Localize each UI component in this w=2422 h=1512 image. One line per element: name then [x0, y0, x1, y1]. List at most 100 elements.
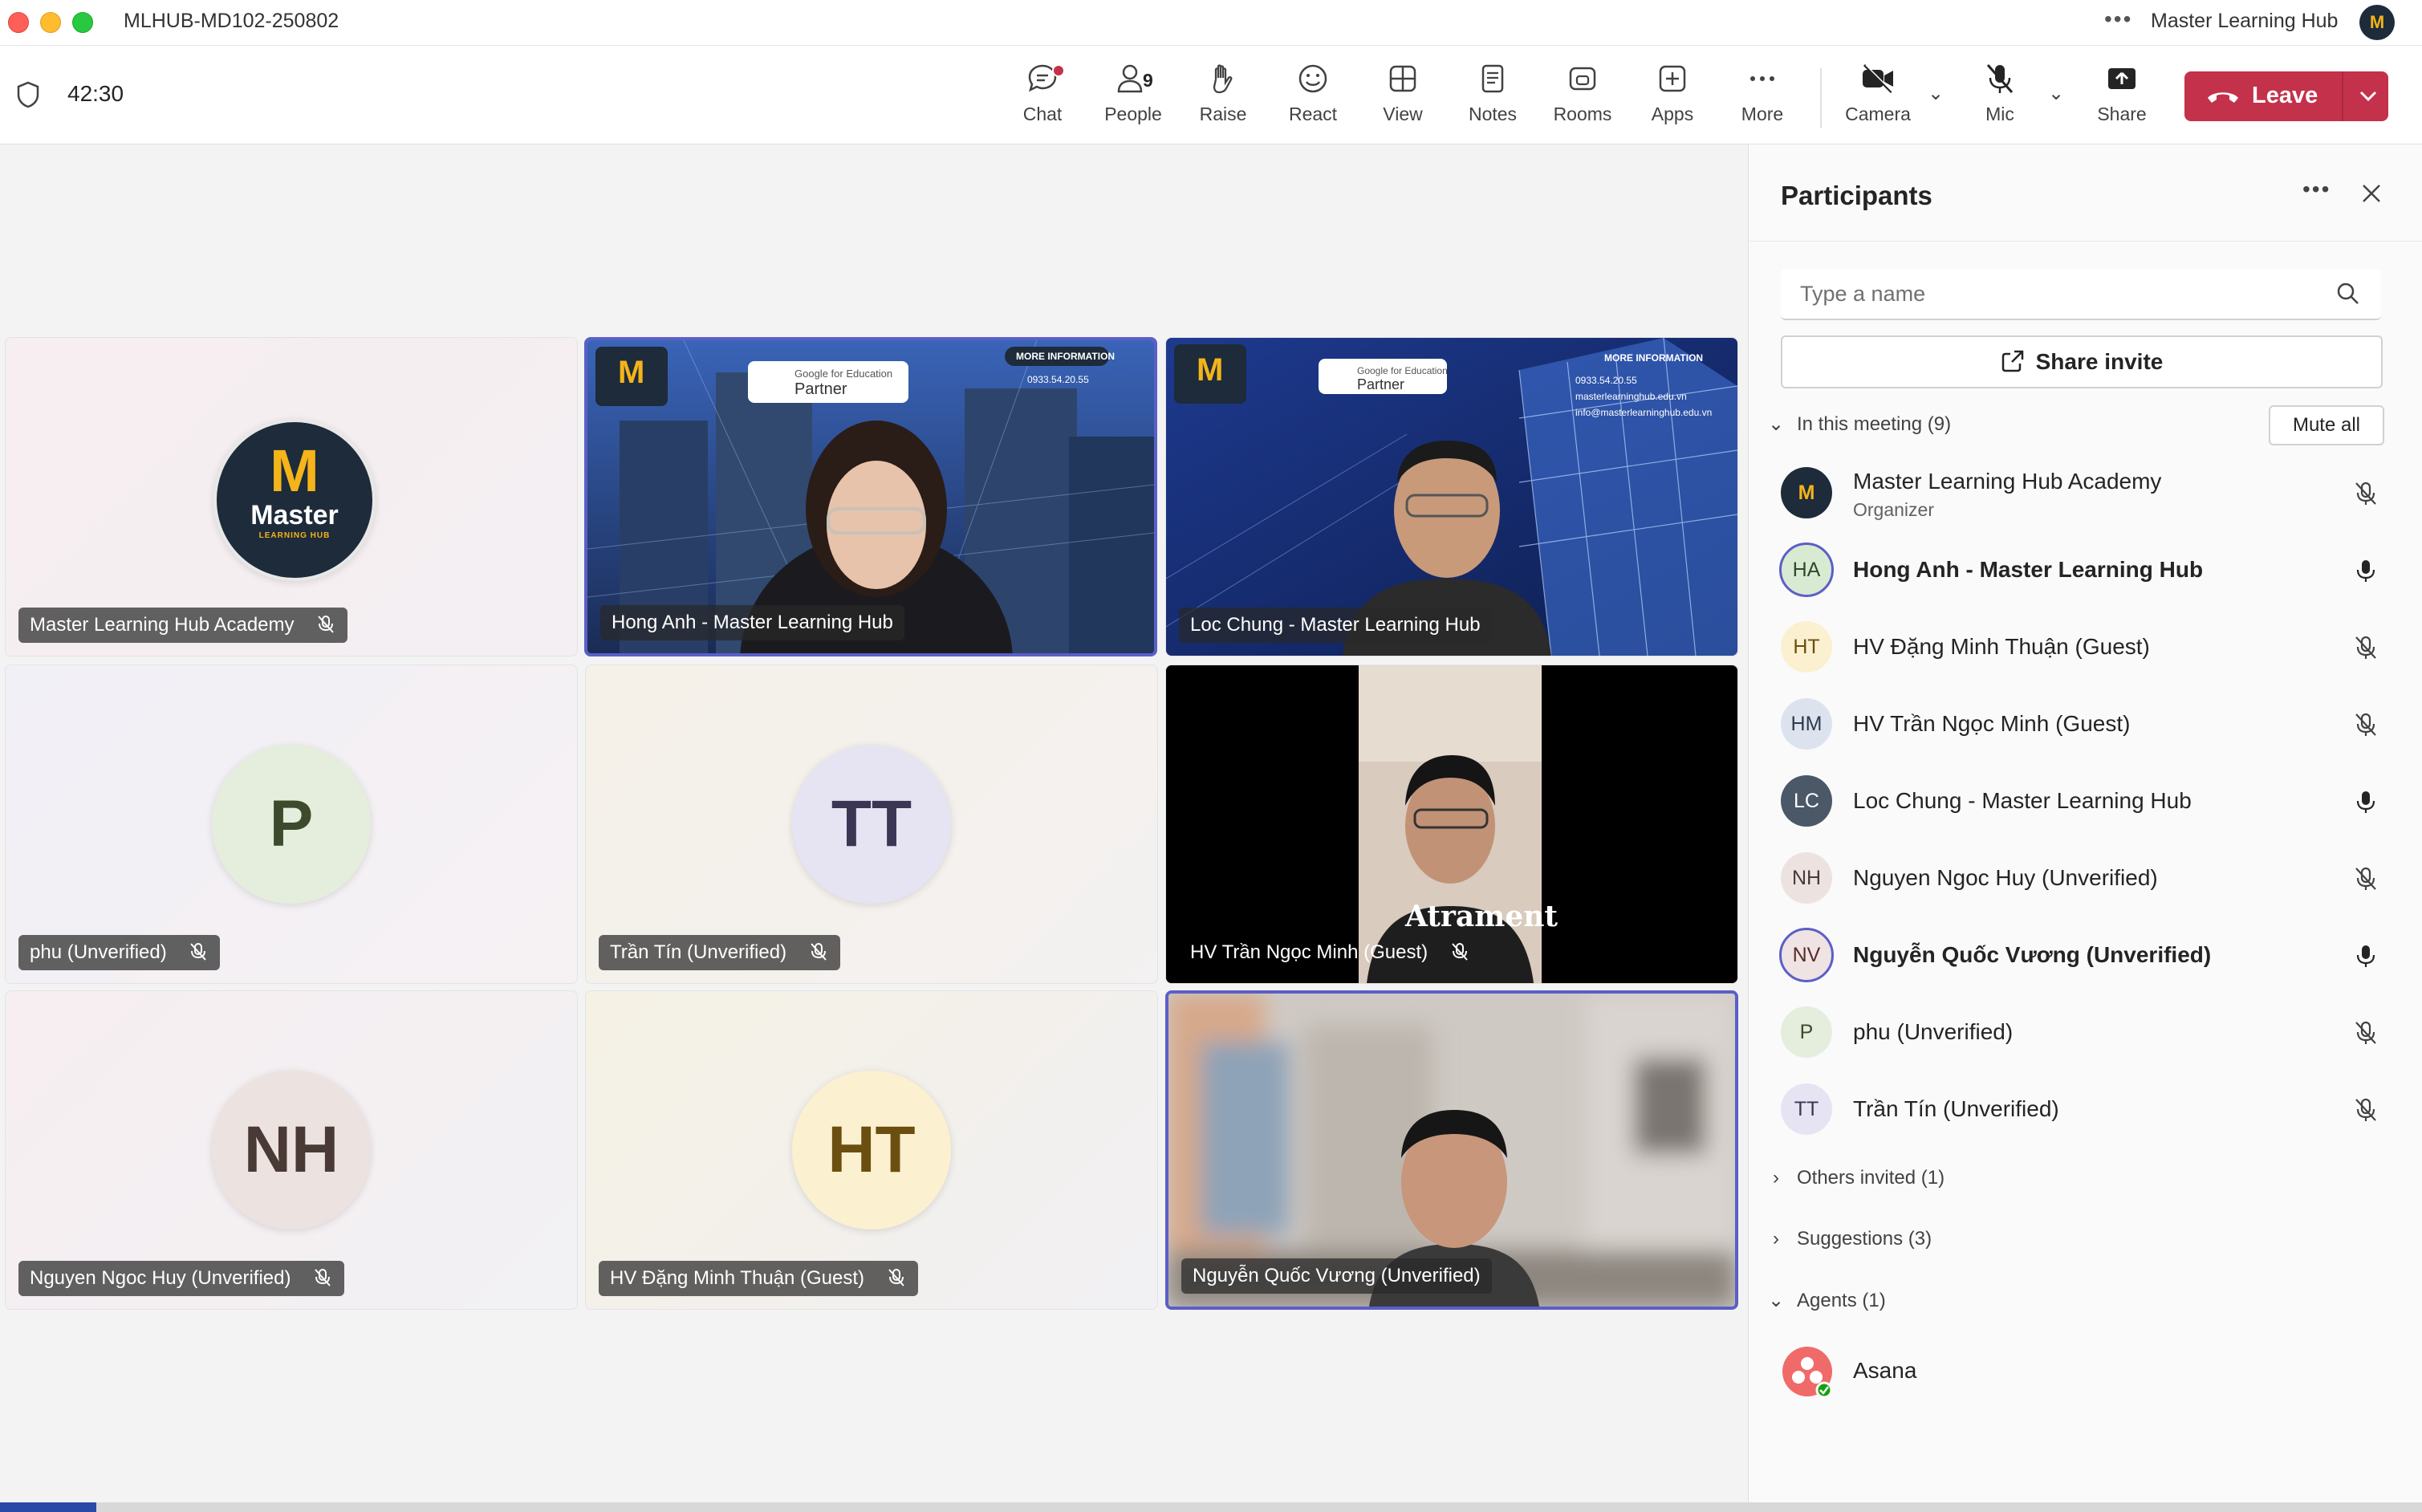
participant-row[interactable]: M Master Learning Hub Academy Organizer: [1781, 457, 2391, 530]
share-invite-button[interactable]: Share invite: [1781, 335, 2383, 388]
participant-avatar: HT: [792, 1071, 951, 1230]
agents-label: Agents (1): [1797, 1290, 1886, 1311]
participant-tile[interactable]: M Google for Education Partner MORE INFO…: [1165, 337, 1738, 656]
logo-mark: M: [270, 437, 319, 504]
participant-name: phu (Unverified): [1853, 1019, 2014, 1044]
agent-name: Asana: [1853, 1358, 1917, 1383]
share-button[interactable]: Share: [2082, 62, 2162, 136]
people-button[interactable]: People: [1093, 62, 1173, 136]
participant-tile-active[interactable]: Nguyễn Quốc Vương (Unverified): [1165, 990, 1738, 1310]
more-button[interactable]: More: [1722, 62, 1802, 136]
more-info-text: MORE INFORMATION: [1604, 352, 1704, 364]
mic-on-icon[interactable]: [2352, 788, 2379, 815]
mic-off-icon: [190, 942, 207, 961]
mic-off-icon[interactable]: [2352, 865, 2379, 892]
people-count-badge: 9: [1143, 70, 1153, 91]
participant-name-chip: Nguyen Ngoc Huy (Unverified): [18, 1261, 345, 1296]
participant-row[interactable]: HA Hong Anh - Master Learning Hub: [1779, 534, 2391, 607]
hang-up-icon: [2208, 92, 2238, 103]
more-options-icon[interactable]: •••: [2104, 6, 2132, 32]
participant-row[interactable]: HM HV Trần Ngọc Minh (Guest): [1781, 689, 2391, 761]
rooms-label: Rooms: [1553, 104, 1612, 124]
participant-row[interactable]: P phu (Unverified): [1781, 997, 2391, 1069]
minimize-window-button[interactable]: [40, 12, 61, 33]
participant-search[interactable]: [1781, 269, 2381, 320]
mic-off-icon[interactable]: [2352, 634, 2379, 661]
shirt-text: Atrament: [1405, 900, 1558, 933]
agent-row[interactable]: Asana: [1781, 1335, 2391, 1408]
mic-off-icon[interactable]: [2352, 480, 2379, 507]
meeting-stage: M Master LEARNING HUB Master Learning Hu…: [0, 144, 1746, 1512]
bottom-strip: [0, 1502, 2422, 1512]
close-icon[interactable]: [2359, 181, 2384, 206]
chat-button[interactable]: Chat: [1002, 62, 1083, 136]
suggestions-section[interactable]: › Suggestions (3): [1766, 1228, 1932, 1250]
view-button[interactable]: View: [1363, 62, 1443, 136]
in-meeting-section[interactable]: ⌄ In this meeting (9): [1766, 413, 1951, 436]
participant-tile[interactable]: M Master LEARNING HUB Master Learning Hu…: [5, 337, 578, 656]
mic-button[interactable]: Mic: [1960, 62, 2040, 136]
chevron-down-icon: ⌄: [1767, 1290, 1785, 1311]
participant-name: Nguyễn Quốc Vương (Unverified): [1193, 1265, 1481, 1286]
panel-more-icon[interactable]: •••: [2302, 177, 2331, 202]
toolbar-divider: [1820, 68, 1822, 128]
mic-off-icon: [318, 615, 334, 633]
participant-tile[interactable]: TT Trần Tín (Unverified): [585, 665, 1158, 984]
rooms-button[interactable]: Rooms: [1542, 62, 1623, 136]
leave-button[interactable]: Leave: [2184, 71, 2388, 121]
participant-tile[interactable]: Atrament HV Trần Ngọc Minh (Guest): [1165, 665, 1738, 984]
website-text: masterlearninghub.edu.vn: [1575, 391, 1687, 402]
participant-name-chip: Hong Anh - Master Learning Hub: [600, 605, 904, 640]
participant-name: Trần Tín (Unverified): [1853, 1096, 2059, 1121]
participant-name-chip: Trần Tín (Unverified): [599, 935, 840, 970]
participant-avatar: P: [1781, 1006, 1832, 1058]
camera-button[interactable]: Camera: [1838, 62, 1918, 136]
raise-hand-icon: [1213, 64, 1233, 94]
participant-tile[interactable]: NH Nguyen Ngoc Huy (Unverified): [5, 990, 578, 1310]
participant-name: HV Trần Ngọc Minh (Guest): [1190, 941, 1428, 963]
people-label: People: [1104, 104, 1162, 124]
camera-label: Camera: [1845, 104, 1911, 124]
participant-tile[interactable]: HT HV Đặng Minh Thuận (Guest): [585, 990, 1158, 1310]
search-icon: [2337, 282, 2359, 304]
mic-label: Mic: [1985, 104, 2014, 124]
participant-row[interactable]: HT HV Đặng Minh Thuận (Guest): [1781, 612, 2391, 684]
participant-tile[interactable]: P phu (Unverified): [5, 665, 578, 984]
mic-options-chevron-icon[interactable]: ⌄: [2048, 82, 2064, 105]
org-avatar[interactable]: M: [2359, 5, 2395, 40]
participant-row[interactable]: TT Trần Tín (Unverified): [1781, 1074, 2391, 1146]
agents-section[interactable]: ⌄ Agents (1): [1766, 1289, 1886, 1312]
apps-button[interactable]: Apps: [1632, 62, 1713, 136]
search-input[interactable]: [1798, 278, 2315, 309]
participant-row[interactable]: NH Nguyen Ngoc Huy (Unverified): [1781, 843, 2391, 915]
mic-on-icon[interactable]: [2352, 942, 2379, 969]
participant-name-chip: HV Đặng Minh Thuận (Guest): [599, 1261, 918, 1296]
chevron-right-icon: ›: [1773, 1228, 1779, 1250]
participant-avatar: TT: [792, 745, 951, 904]
mic-off-icon[interactable]: [2352, 1019, 2379, 1047]
others-invited-section[interactable]: › Others invited (1): [1766, 1167, 1945, 1189]
notes-button[interactable]: Notes: [1453, 62, 1533, 136]
camera-options-chevron-icon[interactable]: ⌄: [1928, 82, 1944, 105]
participant-name-chip: Loc Chung - Master Learning Hub: [1179, 608, 1492, 643]
mute-all-button[interactable]: Mute all: [2269, 405, 2384, 445]
close-window-button[interactable]: [8, 12, 29, 33]
participant-avatar: LC: [1781, 775, 1832, 827]
leave-options-chevron-icon[interactable]: [2355, 83, 2382, 110]
participant-tile-active[interactable]: M Google for Education Partner MORE INFO…: [584, 337, 1157, 656]
react-button[interactable]: React: [1273, 62, 1353, 136]
participant-name: phu (Unverified): [30, 941, 167, 963]
mic-off-icon[interactable]: [2352, 1096, 2379, 1124]
others-invited-label: Others invited (1): [1797, 1167, 1945, 1189]
notes-label: Notes: [1468, 104, 1518, 124]
participant-name: HV Trần Ngọc Minh (Guest): [1853, 711, 2131, 736]
mic-on-icon[interactable]: [2352, 557, 2379, 584]
master-logo: M Master LEARNING HUB: [213, 419, 376, 581]
raise-hand-button[interactable]: Raise: [1183, 62, 1263, 136]
participant-name: HV Đặng Minh Thuận (Guest): [1853, 634, 2150, 659]
mic-off-icon: [888, 1268, 904, 1286]
participant-row[interactable]: LC Loc Chung - Master Learning Hub: [1781, 766, 2391, 838]
zoom-window-button[interactable]: [72, 12, 93, 33]
participant-row[interactable]: NV Nguyễn Quốc Vương (Unverified): [1779, 920, 2391, 992]
mic-off-icon[interactable]: [2352, 711, 2379, 738]
